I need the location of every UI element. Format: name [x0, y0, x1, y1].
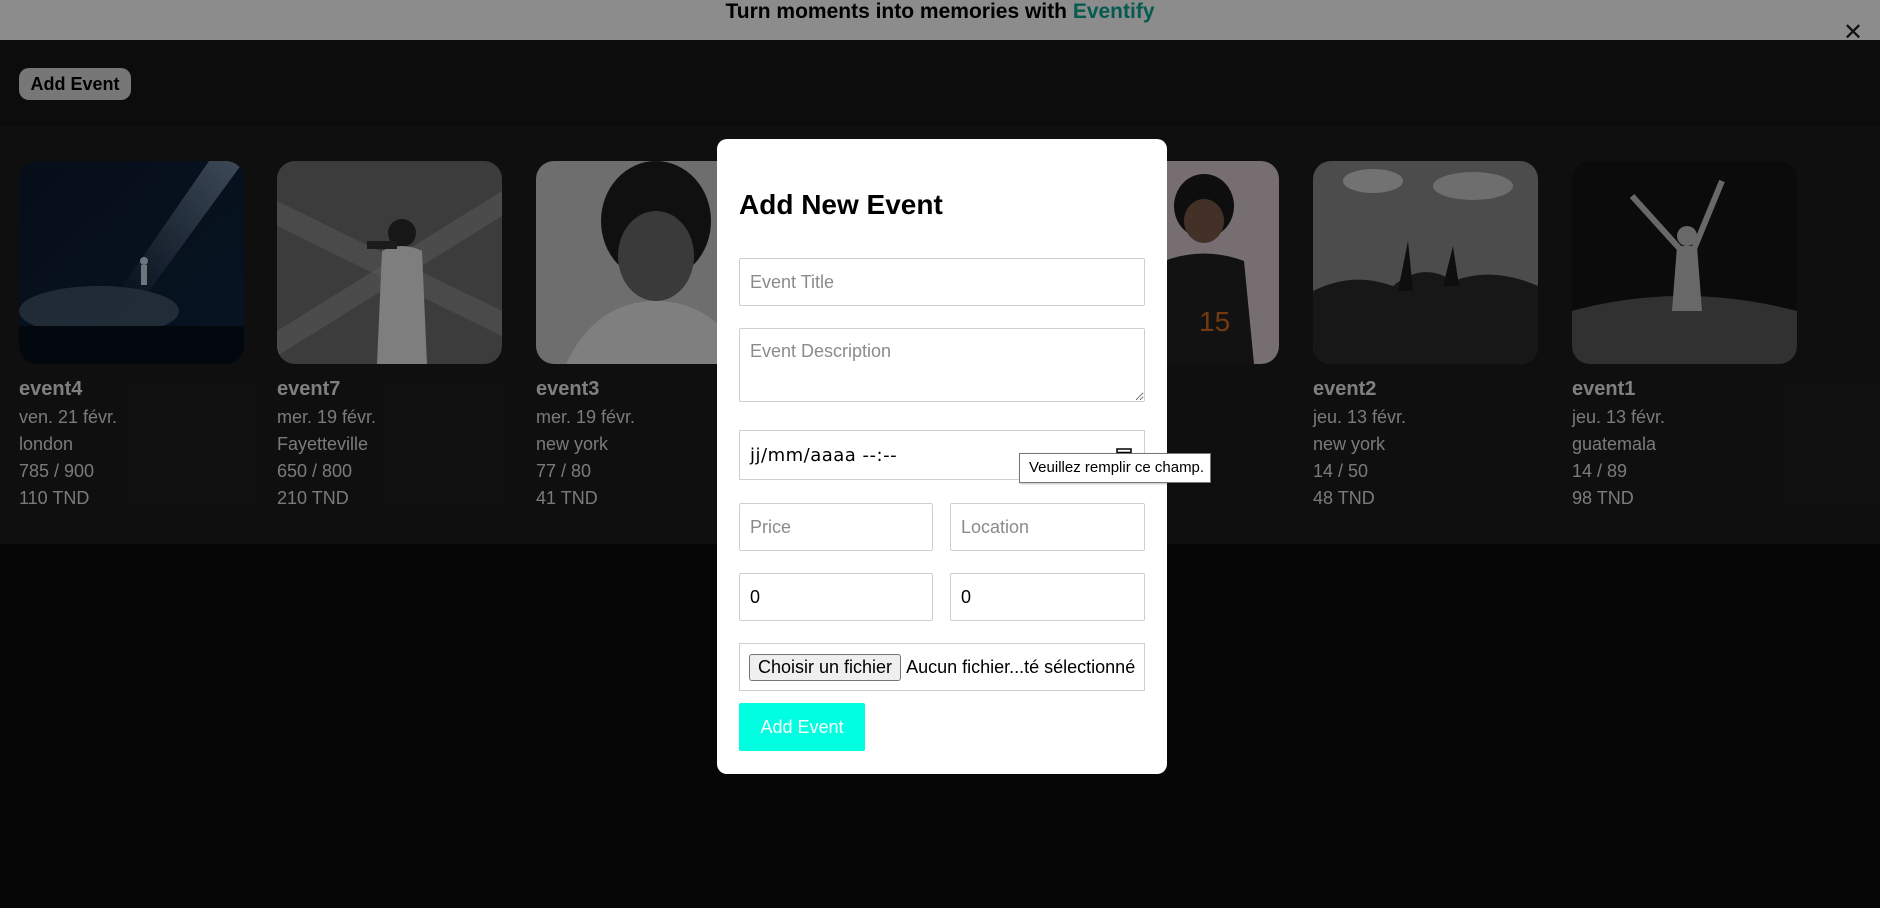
price-input[interactable] [739, 503, 933, 551]
close-icon[interactable]: ✕ [1842, 21, 1864, 45]
submit-event-button[interactable]: Add Event [739, 703, 865, 751]
booked-input[interactable] [950, 573, 1145, 621]
location-input[interactable] [950, 503, 1145, 551]
event-description-input[interactable] [739, 328, 1145, 402]
file-status: Aucun fichier...té sélectionné [906, 656, 1136, 677]
datetime-value: jj/mm/aaaa --:-- [750, 445, 898, 466]
modal-title: Add New Event [739, 189, 943, 220]
capacity-input[interactable] [739, 573, 933, 621]
event-title-input[interactable] [739, 258, 1145, 306]
choose-file-button[interactable]: Choisir un fichier [749, 653, 902, 681]
validation-tooltip: Veuillez remplir ce champ. [1019, 453, 1211, 483]
image-file-input: Choisir un fichier Aucun fichier...té sé… [739, 643, 1145, 691]
